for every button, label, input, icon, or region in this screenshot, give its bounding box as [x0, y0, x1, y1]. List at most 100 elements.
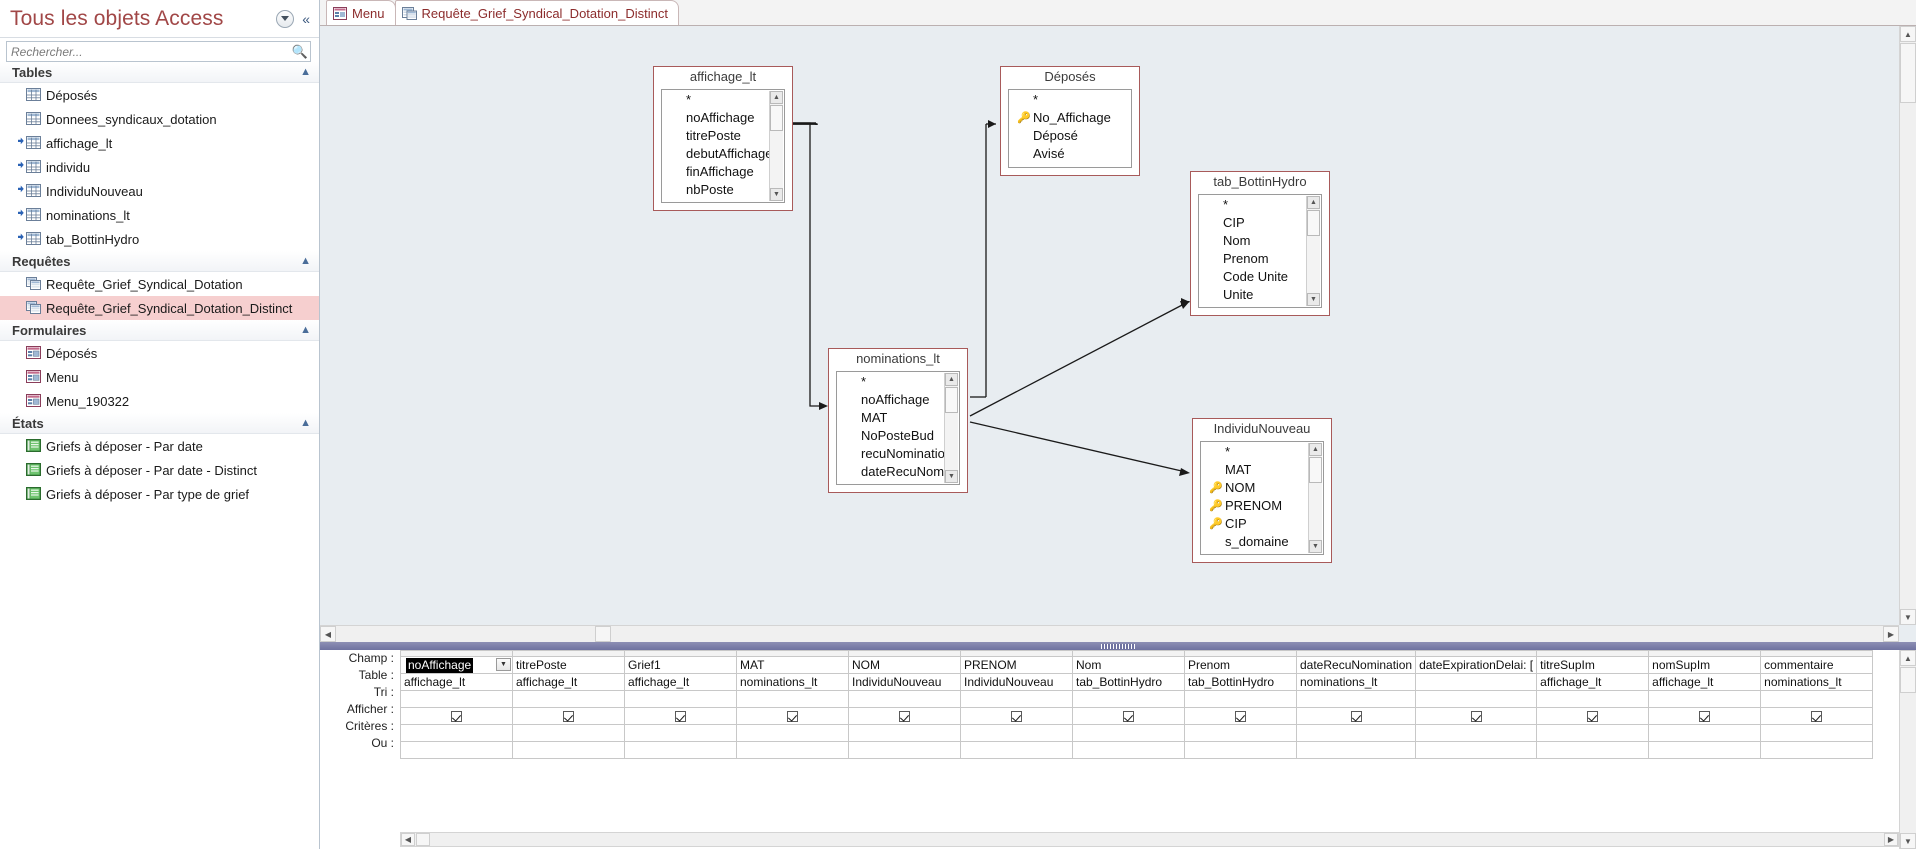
scroll-down-button[interactable]: ▼ [1900, 609, 1916, 625]
grid-ou-cell[interactable] [1295, 741, 1417, 759]
sidebar-item-griefs-d-poser-par-date[interactable]: Griefs à déposer - Par date [0, 434, 319, 458]
table-field[interactable]: MAT [845, 409, 959, 427]
table-field[interactable]: * [845, 373, 959, 391]
grid-criteres-cell[interactable] [1295, 724, 1417, 742]
table-field[interactable]: finAffichage [670, 163, 784, 181]
grid-criteres-cell[interactable] [1184, 724, 1297, 742]
grid-criteres-cell[interactable] [848, 724, 961, 742]
show-checkbox[interactable] [787, 711, 798, 723]
show-checkbox[interactable] [563, 711, 574, 723]
grid-champ-cell[interactable]: NOM [848, 656, 961, 674]
table-field[interactable]: Avisé [1017, 145, 1131, 163]
table-box-d-pos-s[interactable]: Déposés * 🔑 No_Affichage Déposé Avisé [1000, 66, 1140, 176]
chevron-down-icon[interactable]: ▼ [496, 658, 511, 671]
grid-table-cell[interactable]: IndividuNouveau [848, 673, 961, 691]
sidebar-item-individu[interactable]: individu [0, 155, 319, 179]
field-scroll-up-button[interactable]: ▲ [770, 91, 783, 104]
diagram-canvas[interactable]: affichage_lt * noAffichage titrePoste debut… [320, 26, 1899, 625]
show-checkbox[interactable] [1123, 711, 1134, 723]
field-list-scrollbar[interactable]: ▲ ▼ [944, 373, 958, 483]
scroll-thumb-horizontal[interactable] [595, 626, 611, 642]
grid-ou-cell[interactable] [736, 741, 849, 759]
search-box[interactable]: 🔍 [6, 41, 311, 62]
table-field[interactable]: Déposé [1017, 127, 1131, 145]
show-checkbox[interactable] [1811, 711, 1823, 723]
chevron-up-icon[interactable]: ▲ [300, 255, 311, 267]
table-box-individunouveau[interactable]: IndividuNouveau * MAT 🔑 NOM 🔑 PRENOM 🔑 CIP s_dom… [1192, 418, 1332, 563]
grid-field-cell-selected[interactable]: noAffichage ▼ [400, 656, 513, 674]
grid-champ-cell[interactable]: titreSupIm [1536, 656, 1650, 674]
diagram-horizontal-scrollbar[interactable]: ◀ ▶ [320, 625, 1899, 642]
table-field[interactable]: Prenom [1207, 250, 1321, 268]
show-checkbox[interactable] [1235, 711, 1246, 723]
grid-scroll-thumb-vertical[interactable] [1900, 667, 1916, 693]
grid-tri-cell[interactable] [1536, 690, 1650, 708]
grid-table-cell[interactable]: nominations_lt [736, 673, 849, 691]
grid-ou-cell[interactable] [848, 741, 961, 759]
field-scroll-thumb[interactable] [945, 387, 958, 413]
table-field[interactable]: Unite [1207, 286, 1321, 304]
grid-ou-cell[interactable] [960, 741, 1073, 759]
double-chevron-left-icon[interactable]: « [302, 11, 313, 27]
grid-show-checkbox-cell[interactable] [1184, 707, 1297, 725]
field-scroll-up-button[interactable]: ▲ [945, 373, 958, 386]
show-checkbox[interactable] [1011, 711, 1022, 723]
table-field[interactable]: NoPosteBud [845, 427, 959, 445]
grid-show-checkbox-cell[interactable] [400, 707, 513, 725]
show-checkbox[interactable] [899, 711, 910, 723]
table-field[interactable]: Nom [1207, 232, 1321, 250]
grid-horizontal-scrollbar[interactable]: ◀ ▶ [400, 832, 1899, 847]
grid-tri-cell[interactable] [1184, 690, 1297, 708]
grid-show-checkbox-cell[interactable] [848, 707, 961, 725]
table-field[interactable]: 🔑 No_Affichage [1017, 109, 1131, 127]
show-checkbox[interactable] [1470, 711, 1482, 723]
field-list-scrollbar[interactable]: ▲ ▼ [1308, 443, 1322, 553]
grid-ou-cell[interactable] [1072, 741, 1185, 759]
scroll-thumb-vertical[interactable] [1900, 43, 1916, 103]
grid-ou-cell[interactable] [1184, 741, 1297, 759]
chevron-up-icon[interactable]: ▲ [300, 66, 311, 78]
grid-show-checkbox-cell[interactable] [1072, 707, 1185, 725]
grid-table-cell[interactable]: affichage_lt [624, 673, 737, 691]
grid-show-checkbox-cell[interactable] [960, 707, 1073, 725]
table-field[interactable]: dateRecuNomin [845, 463, 959, 481]
grid-champ-cell[interactable]: Nom [1072, 656, 1185, 674]
grid-criteres-cell[interactable] [1536, 724, 1650, 742]
diagram-vertical-scrollbar[interactable]: ▲ ▼ [1899, 26, 1916, 625]
field-scroll-down-button[interactable]: ▼ [1307, 293, 1320, 306]
table-field[interactable]: s_domaine [1209, 533, 1323, 551]
grid-criteres-cell[interactable] [960, 724, 1073, 742]
grid-champ-cell[interactable]: dateRecuNomination [1295, 656, 1417, 674]
search-icon[interactable]: 🔍 [290, 44, 310, 60]
sidebar-item-nominations-lt[interactable]: nominations_lt [0, 203, 319, 227]
grid-ou-cell[interactable] [512, 741, 625, 759]
grid-tri-cell[interactable] [1295, 690, 1417, 708]
nav-group-header-tables[interactable]: Tables ▲ [0, 62, 319, 83]
table-field[interactable]: 🔑 PRENOM [1209, 497, 1323, 515]
table-field[interactable]: noAffichage [845, 391, 959, 409]
scroll-right-button[interactable]: ▶ [1883, 626, 1899, 642]
show-checkbox[interactable] [675, 711, 686, 723]
pane-splitter[interactable] [320, 642, 1916, 650]
grid-criteres-cell[interactable] [1648, 724, 1762, 742]
table-field[interactable]: * [1209, 443, 1323, 461]
grid-table-cell[interactable]: affichage_lt [400, 673, 513, 691]
grid-table-cell[interactable]: affichage_lt [512, 673, 625, 691]
grid-table-cell[interactable]: nominations_lt [1295, 673, 1417, 691]
grid-criteres-cell[interactable] [1415, 724, 1538, 742]
table-field[interactable]: debutAffichage [670, 145, 784, 163]
field-scroll-down-button[interactable]: ▼ [945, 470, 958, 483]
chevron-up-icon[interactable]: ▲ [300, 324, 311, 336]
table-field[interactable]: MAT [1209, 461, 1323, 479]
grid-criteres-cell[interactable] [1760, 724, 1874, 742]
tab-requete-grief-syndical-dotation-distinct[interactable]: Requête_Grief_Syndical_Dotation_Distinct [394, 0, 679, 25]
grid-champ-cell[interactable]: commentaire [1760, 656, 1874, 674]
table-field[interactable]: CIP [1207, 214, 1321, 232]
field-list-scrollbar[interactable]: ▲ ▼ [769, 91, 783, 201]
sidebar-item-requ-te-grief-syndical-dotation-distinct[interactable]: Requête_Grief_Syndical_Dotation_Distinct [0, 296, 319, 320]
nav-group-header-formulaires[interactable]: Formulaires ▲ [0, 320, 319, 341]
table-field[interactable]: recuNomination [845, 445, 959, 463]
grid-table-cell[interactable] [1415, 673, 1538, 691]
scroll-up-button[interactable]: ▲ [1900, 26, 1916, 42]
field-list-scrollbar[interactable]: ▲ ▼ [1306, 196, 1320, 306]
